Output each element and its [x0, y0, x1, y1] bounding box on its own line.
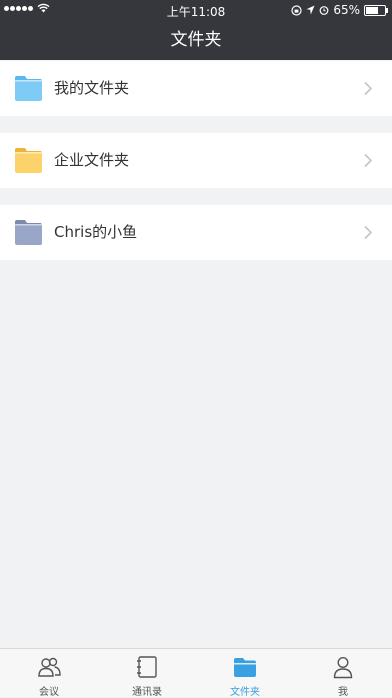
battery-icon	[364, 4, 388, 16]
contacts-icon	[137, 656, 157, 678]
page-title: 文件夹	[0, 20, 392, 60]
folder-label: Chris的小鱼	[54, 223, 138, 241]
chevron-right-icon	[364, 81, 373, 96]
folder-icon	[15, 148, 42, 173]
folder-icon	[15, 220, 42, 245]
tab-meeting[interactable]: 会议	[0, 649, 98, 698]
battery-percent: 65%	[333, 3, 360, 17]
location-icon	[306, 5, 315, 15]
folder-label: 我的文件夹	[54, 79, 130, 97]
folder-row[interactable]: 我的文件夹	[0, 61, 392, 116]
folder-label: 企业文件夹	[54, 151, 130, 169]
chevron-right-icon	[364, 225, 373, 240]
alarm-icon	[319, 6, 329, 15]
meeting-icon	[38, 657, 61, 677]
status-right: 65%	[291, 3, 388, 17]
status-bar: 上午11:08 65%	[0, 0, 392, 20]
person-icon	[333, 656, 353, 679]
tab-folder[interactable]: 文件夹	[196, 649, 294, 698]
chevron-right-icon	[364, 153, 373, 168]
folder-row[interactable]: 企业文件夹	[0, 133, 392, 188]
folder-icon	[234, 658, 256, 677]
tab-contacts[interactable]: 通讯录	[98, 649, 196, 698]
orientation-lock-icon	[291, 4, 302, 16]
tab-bar: 会议 通讯录 文件夹我	[0, 648, 392, 698]
tab-person[interactable]: 我	[294, 649, 392, 698]
folder-icon	[15, 76, 42, 101]
folder-row[interactable]: Chris的小鱼	[0, 205, 392, 260]
